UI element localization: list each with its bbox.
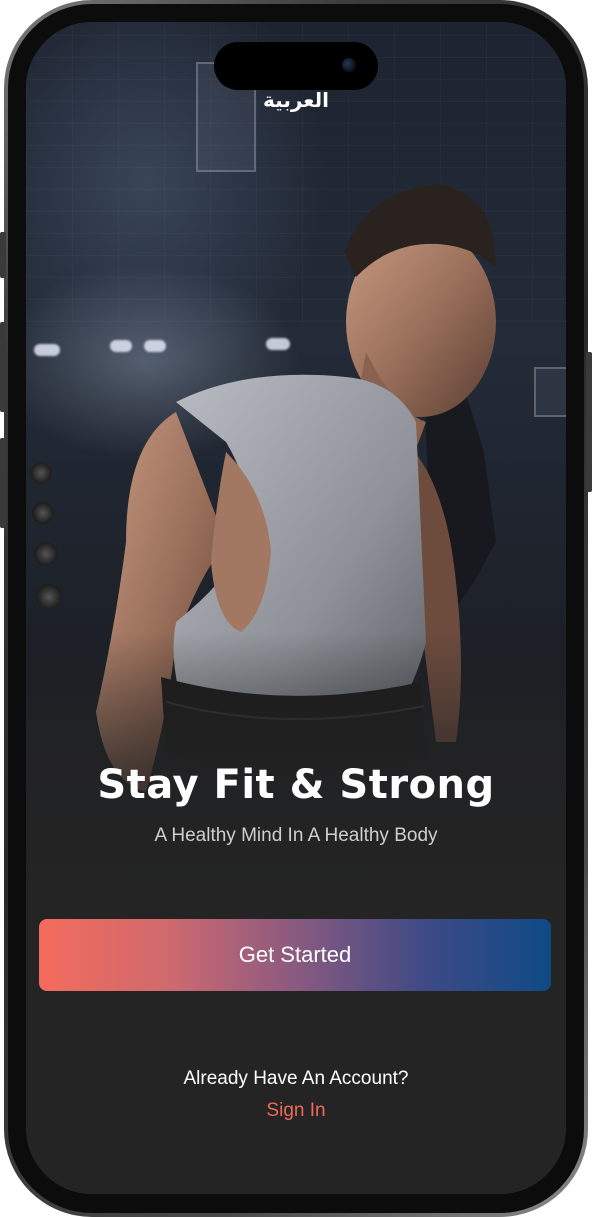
hero-subtitle: A Healthy Mind In A Healthy Body [154,825,438,846]
onboarding-screen: العربية Stay Fit & Strong A Healthy Mind… [26,22,566,1194]
bottom-gradient-overlay [26,22,566,1194]
language-toggle[interactable]: العربية [26,88,566,112]
account-prompt: Already Have An Account? [183,1068,409,1089]
action-button [0,232,6,278]
volume-down-button [0,438,6,528]
dynamic-island [214,42,378,90]
front-camera-icon [342,58,356,72]
volume-up-button [0,322,6,412]
power-button [586,352,592,492]
sign-in-link[interactable]: Sign In [26,1100,566,1122]
hero-title: Stay Fit & Strong [97,762,495,808]
get-started-button[interactable]: Get Started [39,919,551,991]
